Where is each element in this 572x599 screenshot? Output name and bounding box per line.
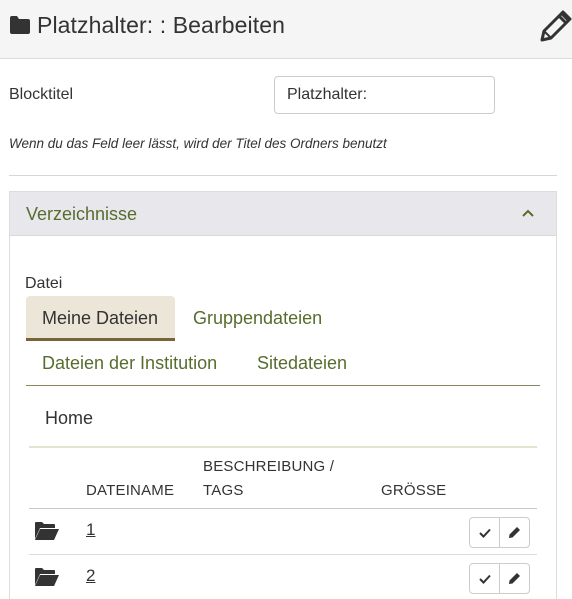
blocktitle-label: Blocktitel: [9, 86, 74, 103]
row-actions: [469, 517, 530, 548]
column-header-description: BESCHREIBUNG /: [203, 458, 335, 475]
select-button[interactable]: [470, 564, 499, 593]
edit-button[interactable]: [499, 564, 529, 593]
check-icon: [479, 528, 491, 538]
column-header-size: GRÖSSE: [381, 482, 447, 499]
pencil-icon[interactable]: [539, 9, 572, 43]
select-button[interactable]: [470, 518, 499, 547]
divider: [9, 175, 557, 176]
edit-button[interactable]: [499, 518, 529, 547]
file-label: Datei: [25, 275, 63, 292]
folder-icon: [9, 15, 31, 35]
tab-dateien-der-institution[interactable]: Dateien der Institution: [42, 353, 217, 374]
column-header-tags: TAGS: [203, 482, 244, 499]
table-row: 2: [29, 555, 537, 599]
blocktitle-input[interactable]: [274, 76, 495, 114]
blocktitle-hint: Wenn du das Feld leer lässt, wird der Ti…: [9, 136, 387, 151]
folder-name-link[interactable]: 2: [86, 566, 95, 586]
folder-open-icon: [34, 567, 60, 587]
tabs-divider: [26, 385, 540, 386]
breadcrumb-home[interactable]: Home: [45, 408, 93, 429]
column-header-name: DATEINAME: [86, 482, 175, 499]
panel-title: Verzeichnisse: [26, 204, 138, 224]
folder-name-link[interactable]: 1: [86, 520, 95, 540]
panel-header[interactable]: Verzeichnisse: [10, 192, 556, 236]
chevron-up-icon[interactable]: [520, 206, 536, 220]
breadcrumb-divider: [29, 446, 537, 448]
tab-meine-dateien[interactable]: Meine Dateien: [26, 296, 175, 341]
page-title: Platzhalter: : Bearbeiten: [37, 12, 285, 38]
pencil-icon: [509, 573, 521, 584]
page-header: Platzhalter: : Bearbeiten: [0, 0, 572, 59]
tab-gruppendateien[interactable]: Gruppendateien: [193, 308, 322, 329]
check-icon: [479, 574, 491, 584]
folder-open-icon: [34, 521, 60, 541]
table-row: 1: [29, 509, 537, 555]
tab-sitedateien[interactable]: Sitedateien: [257, 353, 347, 374]
pencil-icon: [509, 527, 521, 538]
row-actions: [469, 563, 530, 594]
